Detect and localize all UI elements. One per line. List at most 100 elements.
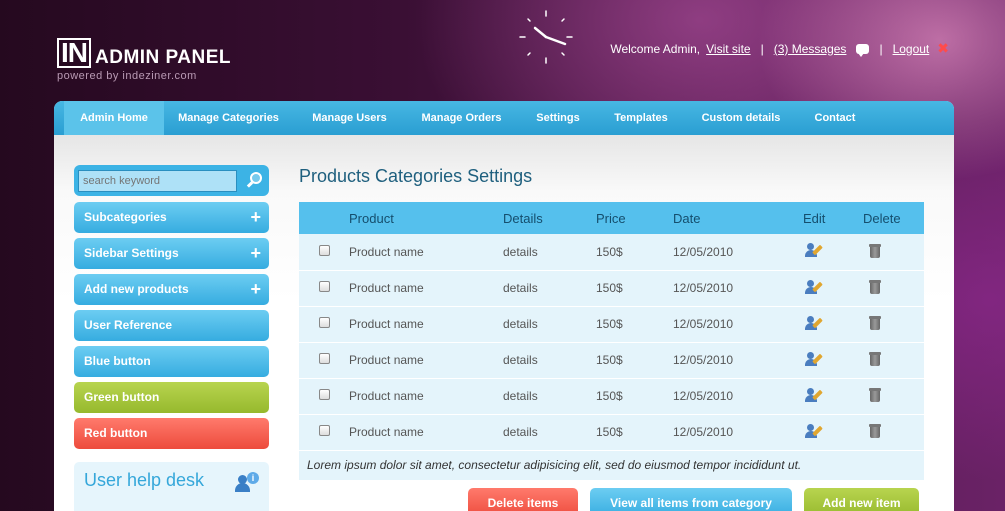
trash-icon[interactable] bbox=[869, 243, 881, 258]
sidebar-button-subcategories[interactable]: Subcategories + bbox=[74, 202, 269, 233]
table-header-delete: Delete bbox=[863, 202, 924, 234]
menu-item-settings[interactable]: Settings bbox=[517, 101, 599, 135]
cell-price: 150$ bbox=[596, 270, 673, 307]
close-icon[interactable]: ✖ bbox=[937, 40, 949, 57]
cell-details: details bbox=[503, 270, 596, 307]
cell-price: 150$ bbox=[596, 414, 673, 451]
menu-item-contact[interactable]: Contact bbox=[799, 101, 871, 135]
sidebar-button-add-new-products[interactable]: Add new products + bbox=[74, 274, 269, 305]
cell-delete bbox=[863, 270, 924, 307]
table-header-date[interactable]: Date bbox=[673, 202, 803, 234]
cell-delete bbox=[863, 342, 924, 379]
trash-icon[interactable] bbox=[869, 387, 881, 402]
row-checkbox[interactable] bbox=[318, 389, 330, 400]
row-checkbox[interactable] bbox=[318, 425, 330, 436]
plus-icon: + bbox=[250, 243, 261, 263]
row-checkbox[interactable] bbox=[318, 244, 330, 256]
cell-edit bbox=[803, 270, 863, 307]
sidebar-button-red[interactable]: Red button bbox=[74, 418, 269, 449]
row-checkbox[interactable] bbox=[318, 281, 330, 292]
cell-edit bbox=[803, 414, 863, 451]
menu-item-admin-home[interactable]: Admin Home bbox=[64, 101, 164, 135]
search-icon[interactable] bbox=[245, 171, 265, 191]
table-row: Product name details 150$ 12/05/2010 bbox=[299, 270, 924, 307]
trash-icon[interactable] bbox=[869, 423, 881, 438]
trash-icon[interactable] bbox=[869, 351, 881, 366]
cell-date: 12/05/2010 bbox=[673, 378, 803, 415]
search-input[interactable] bbox=[78, 169, 238, 192]
cell-price: 150$ bbox=[596, 234, 673, 271]
menu-item-custom-details[interactable]: Custom details bbox=[683, 101, 799, 135]
menu-item-manage-users[interactable]: Manage Users bbox=[293, 101, 406, 135]
table-row: Product name details 150$ 12/05/2010 bbox=[299, 234, 924, 271]
separator: | bbox=[760, 41, 764, 56]
table-row: Product name details 150$ 12/05/2010 bbox=[299, 306, 924, 343]
table-header-edit: Edit bbox=[803, 202, 863, 234]
products-table: Product Details Price Date Edit Delete P… bbox=[299, 202, 924, 481]
cell-details: details bbox=[503, 378, 596, 415]
messages-link[interactable]: (3) Messages bbox=[774, 42, 847, 56]
table-note-row: Lorem ipsum dolor sit amet, consectetur … bbox=[299, 450, 924, 481]
row-checkbox[interactable] bbox=[318, 317, 330, 328]
table-header-product[interactable]: Product bbox=[349, 202, 503, 234]
sidebar-button-label: Sidebar Settings bbox=[84, 246, 179, 260]
cell-product: Product name bbox=[349, 234, 503, 271]
row-checkbox-cell bbox=[299, 414, 349, 451]
menu-item-templates[interactable]: Templates bbox=[599, 101, 683, 135]
cell-price: 150$ bbox=[596, 378, 673, 415]
cell-edit bbox=[803, 342, 863, 379]
delete-items-button[interactable]: Delete items bbox=[468, 488, 578, 511]
cell-delete bbox=[863, 234, 924, 271]
cell-details: details bbox=[503, 342, 596, 379]
edit-user-icon[interactable] bbox=[805, 315, 823, 331]
table-header-row: Product Details Price Date Edit Delete bbox=[299, 202, 924, 234]
trash-icon[interactable] bbox=[869, 279, 881, 294]
plus-icon: + bbox=[250, 279, 261, 299]
edit-user-icon[interactable] bbox=[805, 242, 823, 258]
row-checkbox[interactable] bbox=[318, 353, 330, 364]
help-desk-box: User help desk i bbox=[74, 462, 269, 511]
logo[interactable]: IN ADMIN PANEL powered by indeziner.com bbox=[57, 37, 231, 82]
table-header-details[interactable]: Details bbox=[503, 202, 596, 234]
top-nav: Welcome Admin, Visit site | (3) Messages… bbox=[610, 40, 949, 57]
cell-product: Product name bbox=[349, 378, 503, 415]
page-title: Products Categories Settings bbox=[299, 166, 533, 186]
row-checkbox-cell bbox=[299, 378, 349, 415]
speech-bubble-icon bbox=[856, 43, 870, 57]
clock-icon bbox=[519, 10, 573, 64]
cell-product: Product name bbox=[349, 270, 503, 307]
cell-details: details bbox=[503, 306, 596, 343]
sidebar-button-green[interactable]: Green button bbox=[74, 382, 269, 413]
edit-user-icon[interactable] bbox=[805, 423, 823, 439]
separator: | bbox=[879, 41, 883, 56]
sidebar-button-user-reference[interactable]: User Reference bbox=[74, 310, 269, 341]
add-new-item-button[interactable]: Add new item bbox=[804, 488, 919, 511]
table-header-price[interactable]: Price bbox=[596, 202, 673, 234]
row-checkbox-cell bbox=[299, 234, 349, 271]
plus-icon: + bbox=[250, 207, 261, 227]
menu-item-manage-orders[interactable]: Manage Orders bbox=[406, 101, 517, 135]
menu-item-manage-categories[interactable]: Manage Categories bbox=[164, 101, 293, 135]
table-note: Lorem ipsum dolor sit amet, consectetur … bbox=[299, 450, 924, 481]
cell-edit bbox=[803, 306, 863, 343]
edit-user-icon[interactable] bbox=[805, 387, 823, 403]
cell-edit bbox=[803, 378, 863, 415]
view-all-items-button[interactable]: View all items from category bbox=[590, 488, 792, 511]
cell-date: 12/05/2010 bbox=[673, 234, 803, 271]
action-buttons: Delete items View all items from categor… bbox=[468, 488, 919, 511]
logo-subtitle: powered by indeziner.com bbox=[57, 70, 197, 82]
table-header-select bbox=[299, 202, 349, 234]
table-row: Product name details 150$ 12/05/2010 bbox=[299, 342, 924, 379]
edit-user-icon[interactable] bbox=[805, 351, 823, 367]
logo-main: IN ADMIN PANEL bbox=[57, 37, 231, 69]
logo-text: ADMIN PANEL bbox=[95, 47, 232, 68]
cell-date: 12/05/2010 bbox=[673, 306, 803, 343]
content-area: Products Categories Settings Product Det… bbox=[299, 165, 924, 481]
sidebar-button-sidebar-settings[interactable]: Sidebar Settings + bbox=[74, 238, 269, 269]
trash-icon[interactable] bbox=[869, 315, 881, 330]
logout-link[interactable]: Logout bbox=[893, 42, 930, 56]
search-box bbox=[74, 165, 269, 196]
sidebar-button-blue[interactable]: Blue button bbox=[74, 346, 269, 377]
edit-user-icon[interactable] bbox=[805, 279, 823, 295]
visit-site-link[interactable]: Visit site bbox=[706, 42, 750, 56]
